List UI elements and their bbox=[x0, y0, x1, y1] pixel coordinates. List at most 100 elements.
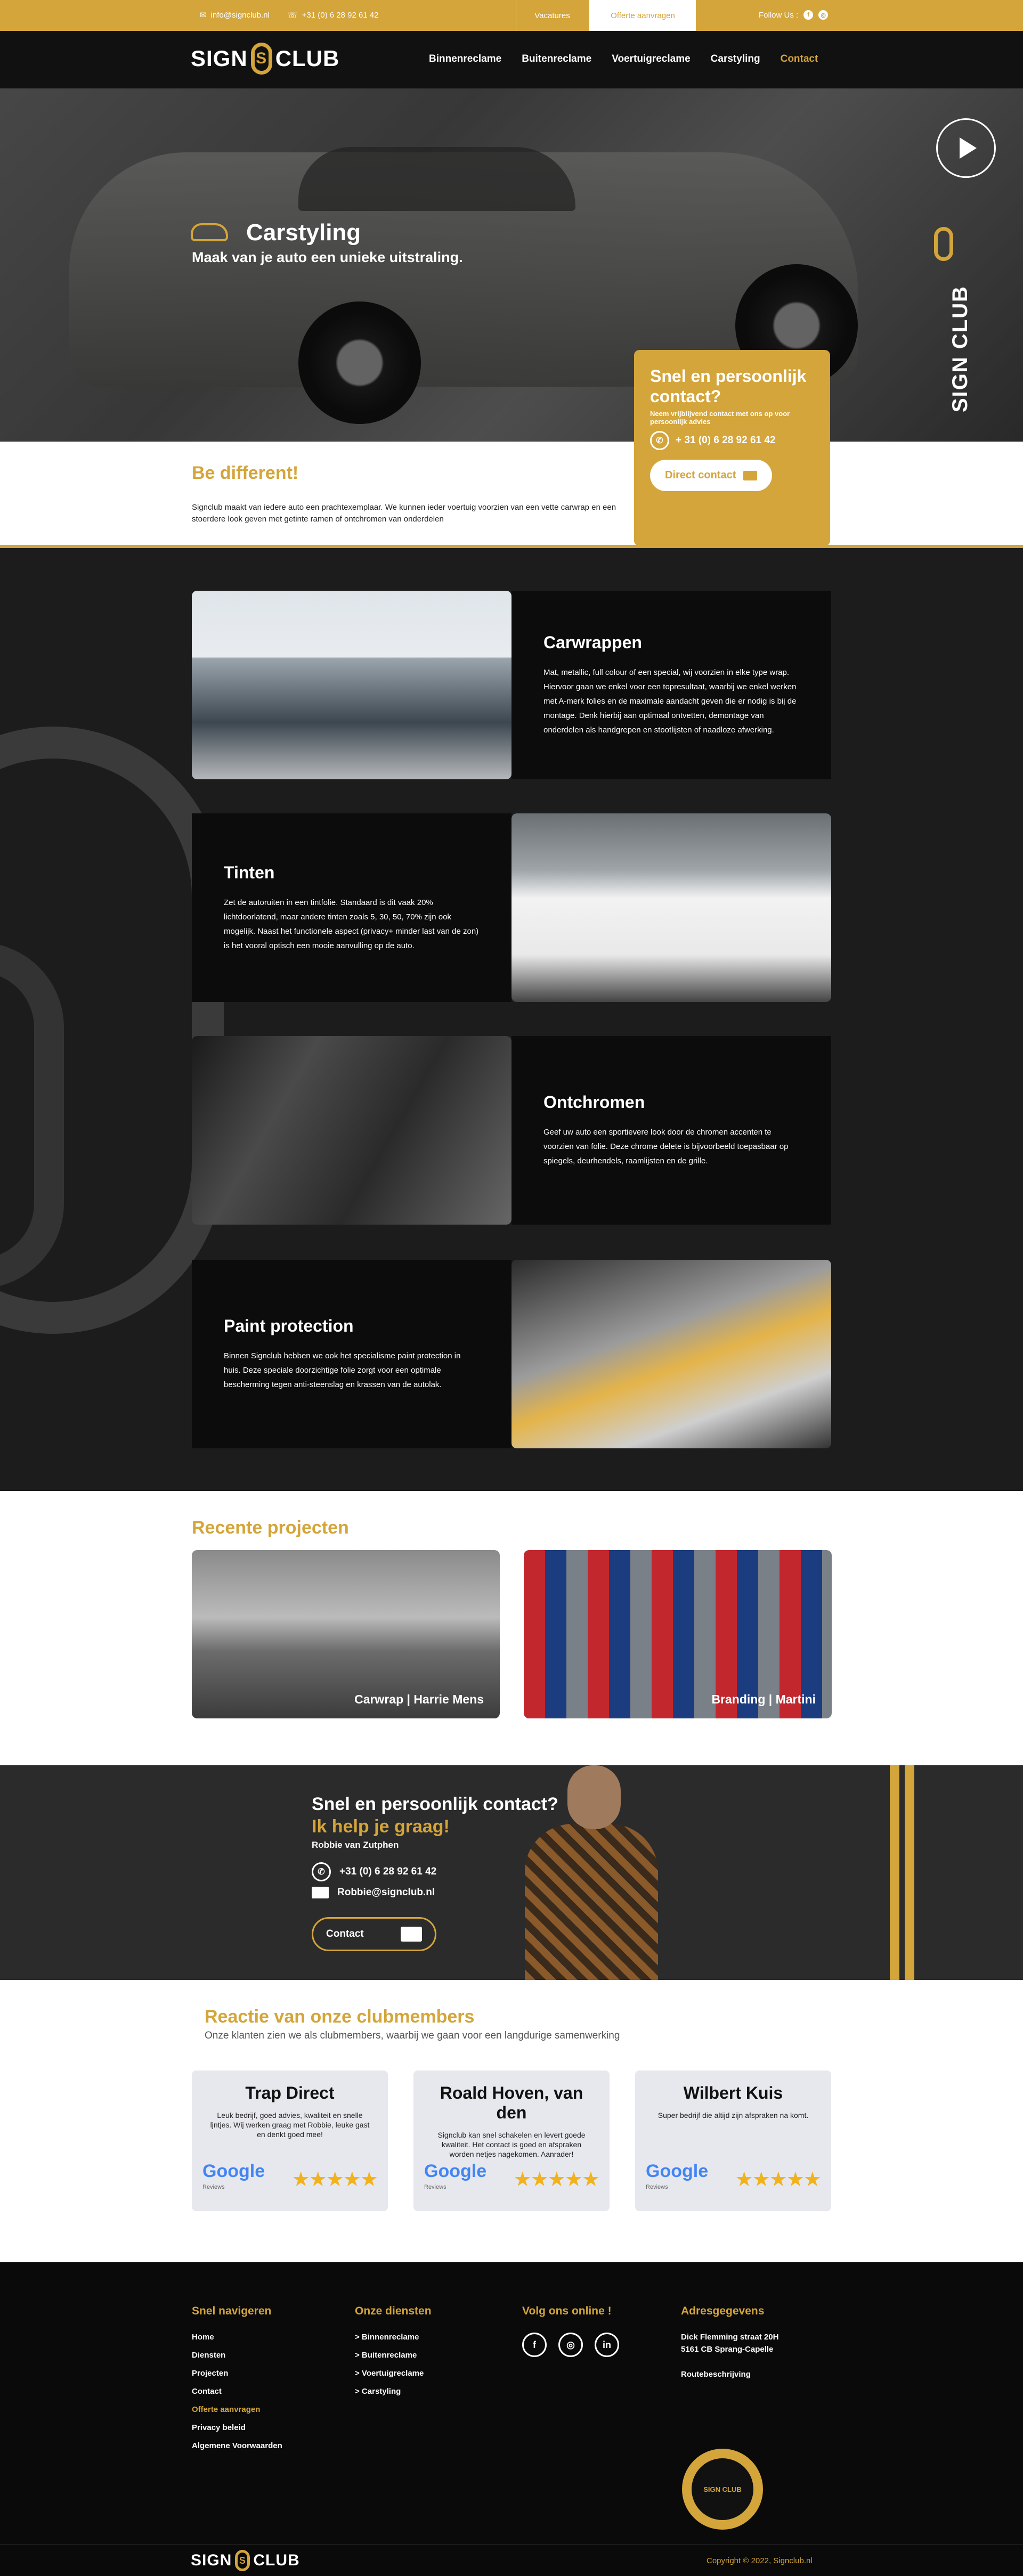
topbar-contact: ✉ info@signclub.nl ☏ +31 (0) 6 28 92 61 … bbox=[200, 10, 379, 20]
address-line: Dick Flemming straat 20H bbox=[681, 2333, 779, 2342]
bottom-bar: SIGN S CLUB Copyright © 2022, Signclub.n… bbox=[0, 2544, 1023, 2576]
topbar-email[interactable]: ✉ info@signclub.nl bbox=[200, 10, 270, 20]
follow-label: Follow Us : bbox=[759, 10, 799, 20]
google-reviews-logo: Google Reviews bbox=[646, 2161, 709, 2190]
vacatures-link[interactable]: Vacatures bbox=[516, 0, 588, 31]
email-link[interactable]: info@signclub.nl bbox=[211, 11, 270, 20]
contact-card: Snel en persoonlijk contact? Neem vrijbl… bbox=[634, 350, 830, 546]
nav-voertuigreclame[interactable]: Voertuigreclame bbox=[612, 53, 690, 65]
footer-link-projecten[interactable]: Projecten bbox=[192, 2369, 282, 2378]
footer-service-link[interactable]: > Binnenreclame bbox=[355, 2333, 432, 2342]
contact-card-phone-text: + 31 (0) 6 28 92 61 42 bbox=[676, 435, 776, 446]
footer-service-link[interactable]: > Buitenreclame bbox=[355, 2351, 432, 2360]
hero-subtitle: Maak van je auto een unieke uitstraling. bbox=[192, 249, 463, 265]
rating-stars: ★★★★★ bbox=[735, 2168, 822, 2191]
offerte-link[interactable]: Offerte aanvragen bbox=[589, 0, 696, 31]
band-subtitle: Ik help je graag! bbox=[312, 1816, 450, 1837]
service-ontchromen: Ontchromen Geef uw auto een sportievere … bbox=[192, 1036, 831, 1225]
phone-link[interactable]: +31 (0) 6 28 92 61 42 bbox=[302, 11, 379, 20]
contact-card-phone[interactable]: ✆ + 31 (0) 6 28 92 61 42 bbox=[650, 431, 814, 450]
contact-card-icon bbox=[401, 1927, 422, 1942]
rating-stars: ★★★★★ bbox=[513, 2168, 600, 2191]
band-title: Snel en persoonlijk contact? bbox=[312, 1794, 558, 1814]
review-text: Signclub kan snel schakelen en levert go… bbox=[437, 2131, 586, 2158]
service-image bbox=[512, 813, 831, 1002]
service-title: Carwrappen bbox=[543, 633, 642, 652]
footer-link-home[interactable]: Home bbox=[192, 2333, 282, 2342]
direct-contact-button[interactable]: Direct contact bbox=[650, 460, 773, 491]
review-card: Wilbert Kuis Super bedrijf die altijd zi… bbox=[635, 2070, 831, 2211]
footer-link-privacy[interactable]: Privacy beleid bbox=[192, 2423, 282, 2432]
main-nav: Binnenreclame Buitenreclame Voertuigrecl… bbox=[429, 53, 818, 65]
envelope-icon bbox=[312, 1887, 329, 1898]
logo-text-left: SIGN bbox=[191, 46, 248, 71]
topbar-follow: Follow Us : f ◎ bbox=[759, 10, 829, 20]
footer-follow-title: Volg ons online ! bbox=[522, 2305, 612, 2317]
project-card[interactable]: Carwrap | Harrie Mens bbox=[192, 1550, 500, 1718]
service-text: Carwrappen Mat, metallic, full colour of… bbox=[512, 591, 831, 779]
nav-binnenreclame[interactable]: Binnenreclame bbox=[429, 53, 501, 65]
reviews-section: Reactie van onze clubmembers Onze klante… bbox=[0, 1980, 1023, 2262]
review-text: Leuk bedrijf, goed advies, kwaliteit en … bbox=[210, 2111, 370, 2139]
hero-banner: Carstyling Maak van je auto een unieke u… bbox=[0, 88, 1023, 442]
facebook-icon[interactable]: f bbox=[803, 10, 814, 20]
reviewer-name: Trap Direct bbox=[245, 2083, 335, 2102]
google-reviews-logo: Google Reviews bbox=[202, 2161, 265, 2190]
band-phone[interactable]: ✆ +31 (0) 6 28 92 61 42 bbox=[312, 1862, 436, 1881]
service-title: Ontchromen bbox=[543, 1093, 645, 1112]
footer-service-link[interactable]: > Carstyling bbox=[355, 2387, 432, 2396]
service-description: Mat, metallic, full colour of een specia… bbox=[543, 668, 797, 735]
footer-services-title: Onze diensten bbox=[355, 2305, 432, 2317]
rating-stars: ★★★★★ bbox=[291, 2168, 378, 2191]
hero-title: Carstyling bbox=[246, 219, 361, 246]
footer-link-offerte[interactable]: Offerte aanvragen bbox=[192, 2405, 282, 2414]
band-name: Robbie van Zutphen bbox=[312, 1840, 399, 1850]
project-card[interactable]: Branding | Martini bbox=[524, 1550, 832, 1718]
linkedin-icon[interactable]: in bbox=[595, 2333, 619, 2357]
footer-link-contact[interactable]: Contact bbox=[192, 2387, 282, 2396]
copyright: Copyright © 2022, Signclub.nl bbox=[707, 2556, 813, 2565]
project-caption: Branding | Martini bbox=[711, 1692, 816, 1706]
play-video-icon[interactable] bbox=[936, 118, 996, 178]
band-phone-text: +31 (0) 6 28 92 61 42 bbox=[339, 1866, 437, 1877]
hero-side-text: SIGN CLUB bbox=[948, 286, 972, 412]
footer-service-link[interactable]: > Voertuigreclame bbox=[355, 2369, 432, 2378]
band-contact-button[interactable]: Contact bbox=[312, 1917, 436, 1951]
site-header: SIGN S CLUB Binnenreclame Buitenreclame … bbox=[0, 31, 1023, 88]
logo[interactable]: SIGN S CLUB bbox=[191, 43, 339, 75]
intro-section: Be different! Signclub maakt van iedere … bbox=[0, 442, 1023, 548]
reviews-subtitle: Onze klanten zien we als clubmembers, wa… bbox=[205, 2030, 620, 2041]
band-email[interactable]: Robbie@signclub.nl bbox=[312, 1887, 435, 1898]
instagram-icon[interactable]: ◎ bbox=[558, 2333, 583, 2357]
service-paint-protection: Paint protection Binnen Signclub hebben … bbox=[192, 1260, 831, 1448]
nav-carstyling[interactable]: Carstyling bbox=[711, 53, 760, 65]
logo-text-right: CLUB bbox=[253, 2551, 300, 2569]
service-text: Paint protection Binnen Signclub hebben … bbox=[192, 1260, 512, 1448]
footer-link-voorwaarden[interactable]: Algemene Voorwaarden bbox=[192, 2441, 282, 2450]
review-card: Roald Hoven, van den Signclub kan snel s… bbox=[413, 2070, 610, 2211]
service-text: Ontchromen Geef uw auto een sportievere … bbox=[512, 1036, 831, 1225]
nav-buitenreclame[interactable]: Buitenreclame bbox=[522, 53, 591, 65]
services-section: Carwrappen Mat, metallic, full colour of… bbox=[0, 548, 1023, 1491]
instagram-icon[interactable]: ◎ bbox=[818, 10, 829, 20]
contact-card-title: Snel en persoonlijk contact? bbox=[650, 366, 807, 406]
footer-logo[interactable]: SIGN S CLUB bbox=[191, 2550, 300, 2571]
service-image bbox=[192, 1036, 512, 1225]
logo-text-left: SIGN bbox=[191, 2551, 232, 2569]
google-reviews-logo: Google Reviews bbox=[424, 2161, 487, 2190]
route-link[interactable]: Routebeschrijving bbox=[681, 2370, 778, 2379]
service-description: Zet de autoruiten in een tintfolie. Stan… bbox=[224, 898, 479, 950]
person-head bbox=[567, 1765, 621, 1829]
topbar-phone[interactable]: ☏ +31 (0) 6 28 92 61 42 bbox=[288, 10, 379, 20]
review-card: Trap Direct Leuk bedrijf, goed advies, k… bbox=[192, 2070, 388, 2211]
reviewer-name: Roald Hoven, van den bbox=[440, 2083, 583, 2122]
address-line: 5161 CB Sprang-Capelle bbox=[681, 2345, 774, 2354]
service-image bbox=[192, 591, 512, 779]
band-email-text: Robbie@signclub.nl bbox=[337, 1887, 435, 1898]
facebook-icon[interactable]: f bbox=[522, 2333, 547, 2357]
footer-link-diensten[interactable]: Diensten bbox=[192, 2351, 282, 2360]
nav-contact[interactable]: Contact bbox=[781, 53, 818, 65]
service-description: Geef uw auto een sportievere look door d… bbox=[543, 1128, 789, 1165]
footer-nav-title: Snel navigeren bbox=[192, 2305, 272, 2317]
projects-section: Recente projecten Carwrap | Harrie Mens … bbox=[0, 1491, 1023, 1765]
